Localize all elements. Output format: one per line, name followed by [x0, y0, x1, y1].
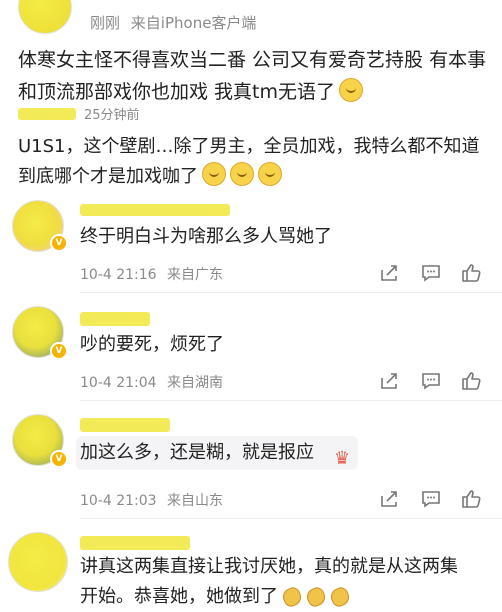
divider [80, 400, 502, 401]
like-icon[interactable] [460, 488, 482, 510]
share-icon[interactable] [378, 262, 400, 284]
verified-badge-icon: V [50, 234, 68, 252]
comment-date: 10-4 21:03 [80, 493, 157, 509]
quoted-time: 25分钟前 [84, 108, 140, 123]
post-time: 刚刚 [90, 14, 121, 32]
comment-date: 10-4 21:04 [80, 375, 157, 391]
comment-icon[interactable] [420, 262, 442, 284]
post-text: 体寒女主怪不得喜欢当二番 公司又有爱奇艺持股 有本事和顶流那部戏你也加戏 我真t… [18, 49, 487, 103]
clapping-hands-icon [304, 584, 326, 606]
comment-location: 来自山东 [167, 493, 224, 509]
like-icon[interactable] [460, 262, 482, 284]
comment-icon[interactable] [420, 488, 442, 510]
comment-text: 终于明白斗为啥那么多人骂她了 [80, 226, 332, 247]
comment-text-line: 开始。恭喜她，她做到了 [80, 582, 500, 612]
comment-text: 吵的要死，烦死了 [80, 334, 224, 355]
grin-emoji-icon [202, 162, 226, 186]
redacted-username [18, 108, 76, 120]
clapping-hands-icon [328, 584, 350, 606]
grin-emoji-icon [258, 162, 282, 186]
quoted-text-block: U1S1，这个壁剧…除了男主，全员加戏，我特么都不知道到底哪个才是加戏咖了 [18, 132, 488, 192]
comment-text-line: 讲真这两集直接让我讨厌她，真的就是从这两集 [80, 556, 458, 577]
post-text-block: 体寒女主怪不得喜欢当二番 公司又有爱奇艺持股 有本事和顶流那部戏你也加戏 我真t… [18, 44, 488, 108]
comment-text-block: 讲真这两集直接让我讨厌她，真的就是从这两集 开始。恭喜她，她做到了 [80, 552, 500, 612]
decor-crown-icon: ♛ [334, 448, 351, 469]
verified-badge-icon: V [50, 450, 68, 468]
divider [80, 518, 502, 519]
verified-badge-icon: V [50, 342, 68, 360]
comment-date: 10-4 21:16 [80, 267, 157, 283]
redacted-username [80, 536, 190, 550]
avatar[interactable] [8, 532, 68, 592]
redacted-username [80, 204, 230, 216]
comment-meta: 10-4 21:16 来自广东 [80, 264, 223, 284]
avatar[interactable] [18, 0, 72, 34]
like-icon[interactable] [460, 370, 482, 392]
divider [80, 292, 502, 293]
comment-icon[interactable] [420, 370, 442, 392]
share-icon[interactable] [378, 488, 400, 510]
clapping-hands-icon [280, 584, 302, 606]
comment-location: 来自湖南 [167, 375, 224, 391]
comment-meta: 10-4 21:04 来自湖南 [80, 372, 223, 392]
smiling-emoji-icon [339, 78, 363, 102]
redacted-username [80, 312, 150, 326]
post-source: 来自iPhone客户端 [130, 14, 257, 32]
comment-meta: 10-4 21:03 来自山东 [80, 490, 223, 510]
comment-text: 加这么多，还是糊，就是报应 [80, 442, 314, 463]
redacted-username [80, 418, 170, 432]
comment-location: 来自广东 [167, 267, 224, 283]
grin-emoji-icon [230, 162, 254, 186]
post-meta: 刚刚 来自iPhone客户端 [90, 12, 256, 33]
share-icon[interactable] [378, 370, 400, 392]
